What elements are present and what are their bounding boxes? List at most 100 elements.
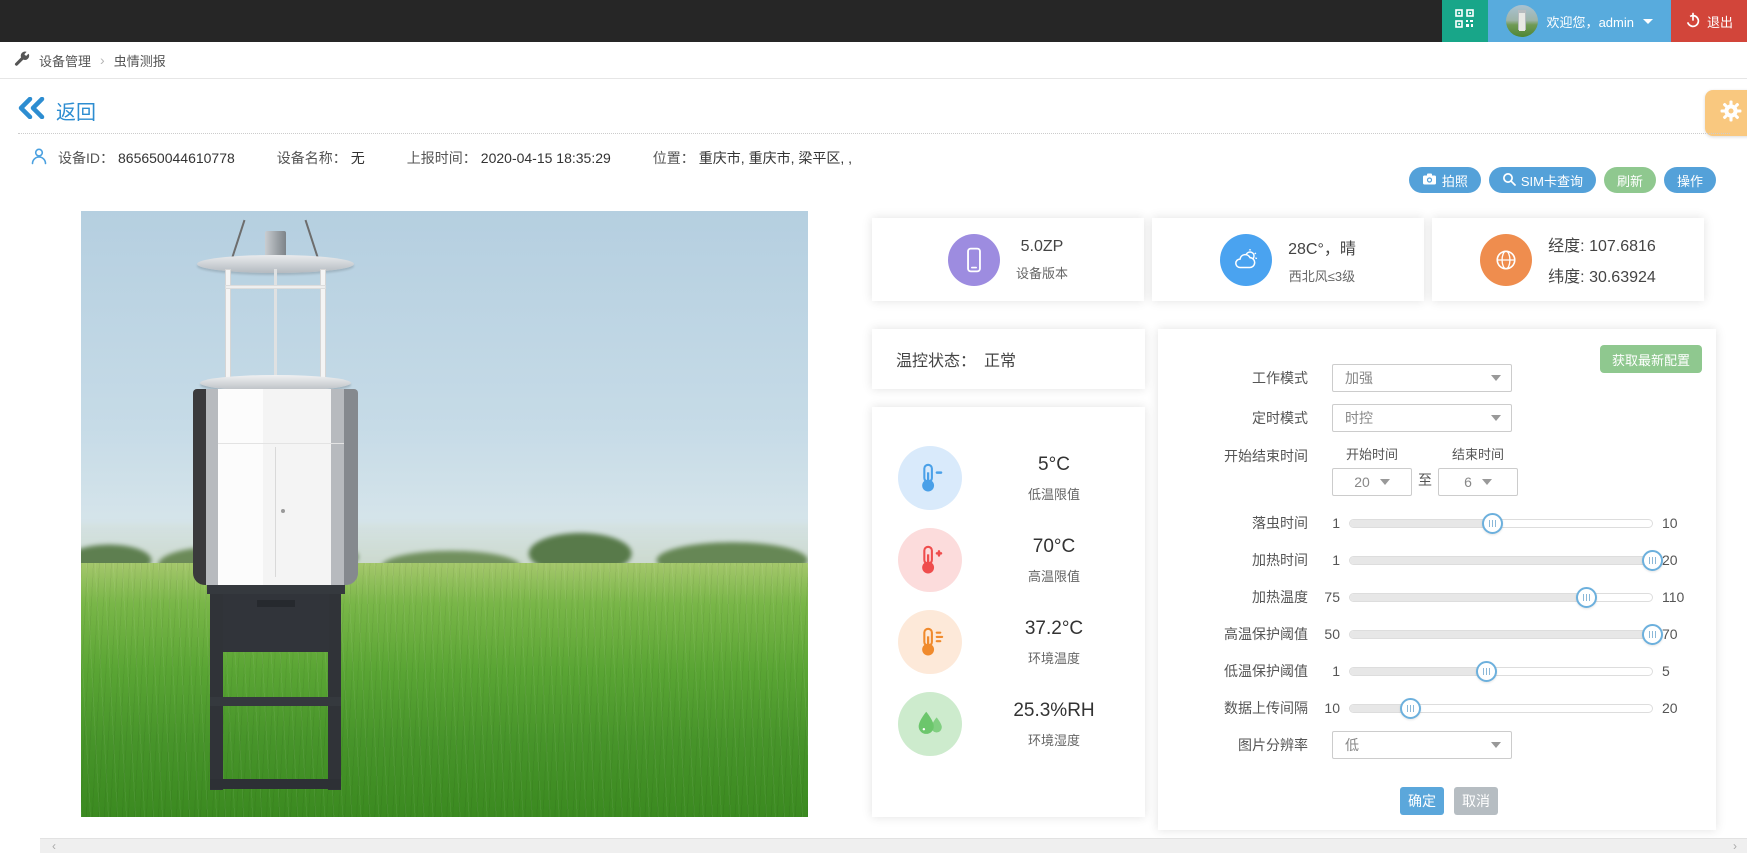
sensor-high-temp: 70°C 高温限值 (872, 527, 1145, 593)
device-info-row: 设备ID： 865650044610778 设备名称： 无 上报时间： 2020… (30, 147, 852, 168)
breadcrumb-separator: › (100, 52, 105, 68)
top-bar: 欢迎您，admin 退出 (0, 0, 1747, 42)
slider-row-upload-interval: 数据上传间隔 10 20 (1170, 694, 1692, 722)
wind-value: 西北风≤3级 (1288, 266, 1356, 285)
end-time-select[interactable]: 6 (1438, 468, 1518, 496)
camera-icon (1422, 172, 1437, 189)
slider-handle[interactable] (1642, 624, 1663, 645)
horizontal-scrollbar[interactable]: ‹ › (40, 838, 1747, 853)
slider-handle[interactable] (1482, 513, 1503, 534)
wrench-icon (14, 51, 30, 70)
sensor-panel: 5°C 低温限值 70°C 高温限值 (872, 407, 1145, 817)
toolbar: 拍照 SIM卡查询 刷新 操作 (1409, 167, 1716, 193)
breadcrumb-section[interactable]: 设备管理 (39, 51, 91, 70)
device-version-label: 设备版本 (1016, 263, 1068, 282)
resolution-select[interactable]: 低 (1332, 731, 1512, 759)
user-icon (30, 147, 48, 168)
coordinates-card: 经度: 107.6816 纬度: 30.63924 (1432, 218, 1704, 301)
slider-row-drop-time: 落虫时间 1 10 (1170, 509, 1692, 537)
logout-label: 退出 (1707, 12, 1733, 31)
settings-gear-button[interactable] (1705, 90, 1747, 136)
thermo-status-value: 正常 (984, 347, 1016, 371)
sim-query-button[interactable]: SIM卡查询 (1489, 167, 1596, 193)
device-photo (81, 211, 808, 817)
sensor-low-temp: 5°C 低温限值 (872, 445, 1145, 511)
work-mode-select[interactable]: 加强 (1332, 364, 1512, 392)
photo-field (81, 563, 808, 817)
chevron-down-icon (1491, 375, 1501, 381)
cancel-button[interactable]: 取消 (1454, 787, 1498, 815)
double-chevron-left-icon (18, 97, 48, 125)
weather-card: 28C°，晴 西北风≤3级 (1152, 218, 1424, 301)
thermometer-minus-icon (898, 446, 962, 510)
scroll-left-icon[interactable]: ‹ (46, 839, 62, 853)
globe-icon (1480, 234, 1532, 286)
upload-interval-slider[interactable] (1349, 704, 1653, 713)
slider-row-heat-temp: 加热温度 75 110 (1170, 583, 1692, 611)
breadcrumb-page[interactable]: 虫情测报 (114, 51, 166, 70)
high-protect-slider[interactable] (1349, 630, 1653, 639)
slider-handle[interactable] (1400, 698, 1421, 719)
drop-time-slider[interactable] (1349, 519, 1653, 528)
slider-row-low-protect: 低温保护阈值 1 5 (1170, 657, 1692, 685)
latitude-value: 纬度: 30.63924 (1548, 263, 1656, 287)
heat-temp-slider[interactable] (1349, 593, 1653, 602)
slider-handle[interactable] (1476, 661, 1497, 682)
timer-mode-row: 定时模式 时控 (1170, 404, 1692, 432)
sensor-humidity: 25.3%RH 环境湿度 (872, 691, 1145, 757)
power-icon (1685, 12, 1701, 31)
weather-value: 28C°，晴 (1288, 235, 1356, 259)
sensor-ambient-temp: 37.2°C 环境温度 (872, 609, 1145, 675)
back-label: 返回 (56, 96, 96, 125)
avatar (1506, 5, 1538, 37)
photo-sky (81, 211, 808, 571)
chevron-down-icon (1491, 415, 1501, 421)
back-button[interactable]: 返回 (18, 96, 96, 125)
low-protect-slider[interactable] (1349, 667, 1653, 676)
gear-icon (1720, 100, 1742, 127)
phone-icon (948, 234, 1000, 286)
search-icon (1502, 172, 1516, 189)
resolution-row: 图片分辨率 低 (1170, 731, 1692, 759)
device-id: 设备ID： 865650044610778 (30, 147, 235, 168)
breadcrumb: 设备管理 › 虫情测报 (0, 42, 1747, 79)
longitude-value: 经度: 107.6816 (1548, 232, 1656, 256)
action-button[interactable]: 操作 (1664, 167, 1716, 193)
timer-mode-select[interactable]: 时控 (1332, 404, 1512, 432)
pest-trap-device (193, 219, 358, 799)
chevron-down-icon (1482, 479, 1492, 485)
start-time-select[interactable]: 20 (1332, 468, 1412, 496)
thermometer-icon (898, 610, 962, 674)
summary-cards: 5.0ZP 设备版本 28C°，晴 西北风≤3级 (872, 218, 1704, 301)
slider-handle[interactable] (1642, 550, 1663, 571)
version-card: 5.0ZP 设备版本 (872, 218, 1144, 301)
welcome-text: 欢迎您，admin (1547, 12, 1634, 31)
take-photo-button[interactable]: 拍照 (1409, 167, 1481, 193)
slider-row-high-protect: 高温保护阈值 50 70 (1170, 620, 1692, 648)
form-buttons: 确定 取消 (1400, 787, 1692, 815)
qr-code-icon (1455, 9, 1474, 33)
confirm-button[interactable]: 确定 (1400, 787, 1444, 815)
fetch-config-button[interactable]: 获取最新配置 (1600, 345, 1702, 373)
chevron-down-icon (1643, 19, 1653, 24)
settings-panel: 获取最新配置 工作模式 加强 定时模式 时控 开始结束时间 开始时间 20 (1158, 329, 1716, 830)
time-range-row: 开始结束时间 开始时间 20 至 结束时间 6 (1170, 444, 1692, 492)
slider-handle[interactable] (1576, 587, 1597, 608)
thermometer-plus-icon (898, 528, 962, 592)
qr-code-button[interactable] (1442, 0, 1488, 42)
thermo-status-label: 温控状态： (896, 347, 976, 371)
device-version-value: 5.0ZP (1016, 238, 1068, 256)
location: 位置： 重庆市, 重庆市, 梁平区, , (653, 148, 852, 168)
logout-button[interactable]: 退出 (1671, 0, 1747, 42)
slider-row-heat-time: 加热时间 1 20 (1170, 546, 1692, 574)
page: 欢迎您，admin 退出 设备管理 › 虫情测报 (0, 0, 1747, 853)
dotted-divider (18, 133, 1730, 134)
scroll-right-icon[interactable]: › (1727, 839, 1743, 853)
chevron-down-icon (1380, 479, 1390, 485)
report-time: 上报时间： 2020-04-15 18:35:29 (407, 148, 611, 168)
weather-icon (1220, 234, 1272, 286)
thermo-status-card: 温控状态： 正常 (872, 329, 1145, 389)
refresh-button[interactable]: 刷新 (1604, 167, 1656, 193)
heat-time-slider[interactable] (1349, 556, 1653, 565)
user-menu[interactable]: 欢迎您，admin (1488, 0, 1671, 42)
